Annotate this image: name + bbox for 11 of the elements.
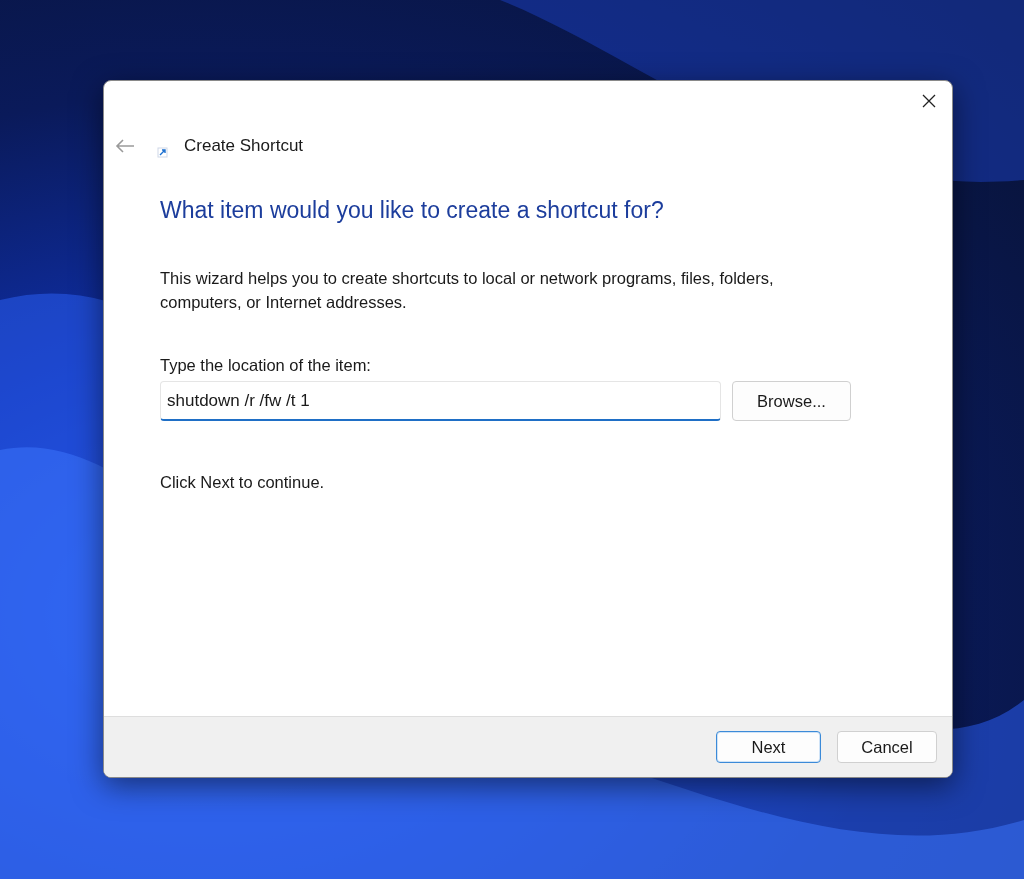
location-label: Type the location of the item: <box>160 356 372 375</box>
wizard-description: This wizard helps you to create shortcuts to local or network programs, files, folders, computers, or Internet addresses. <box>160 268 775 313</box>
close-icon <box>921 93 937 109</box>
default-button[interactable]: Next <box>716 731 821 763</box>
continue-hint: Click Next to continue. <box>160 473 326 492</box>
browse-button[interactable]: Browse... <box>732 381 851 421</box>
back-arrow-icon <box>115 138 135 154</box>
window-title: Create Shortcut <box>184 136 304 156</box>
wizard-heading: What item would you like to create a shortcut for? <box>160 197 665 224</box>
location-field[interactable]: shutdown /r /fw /t 1 <box>160 381 721 421</box>
dialog-button[interactable]: Cancel <box>837 731 937 763</box>
